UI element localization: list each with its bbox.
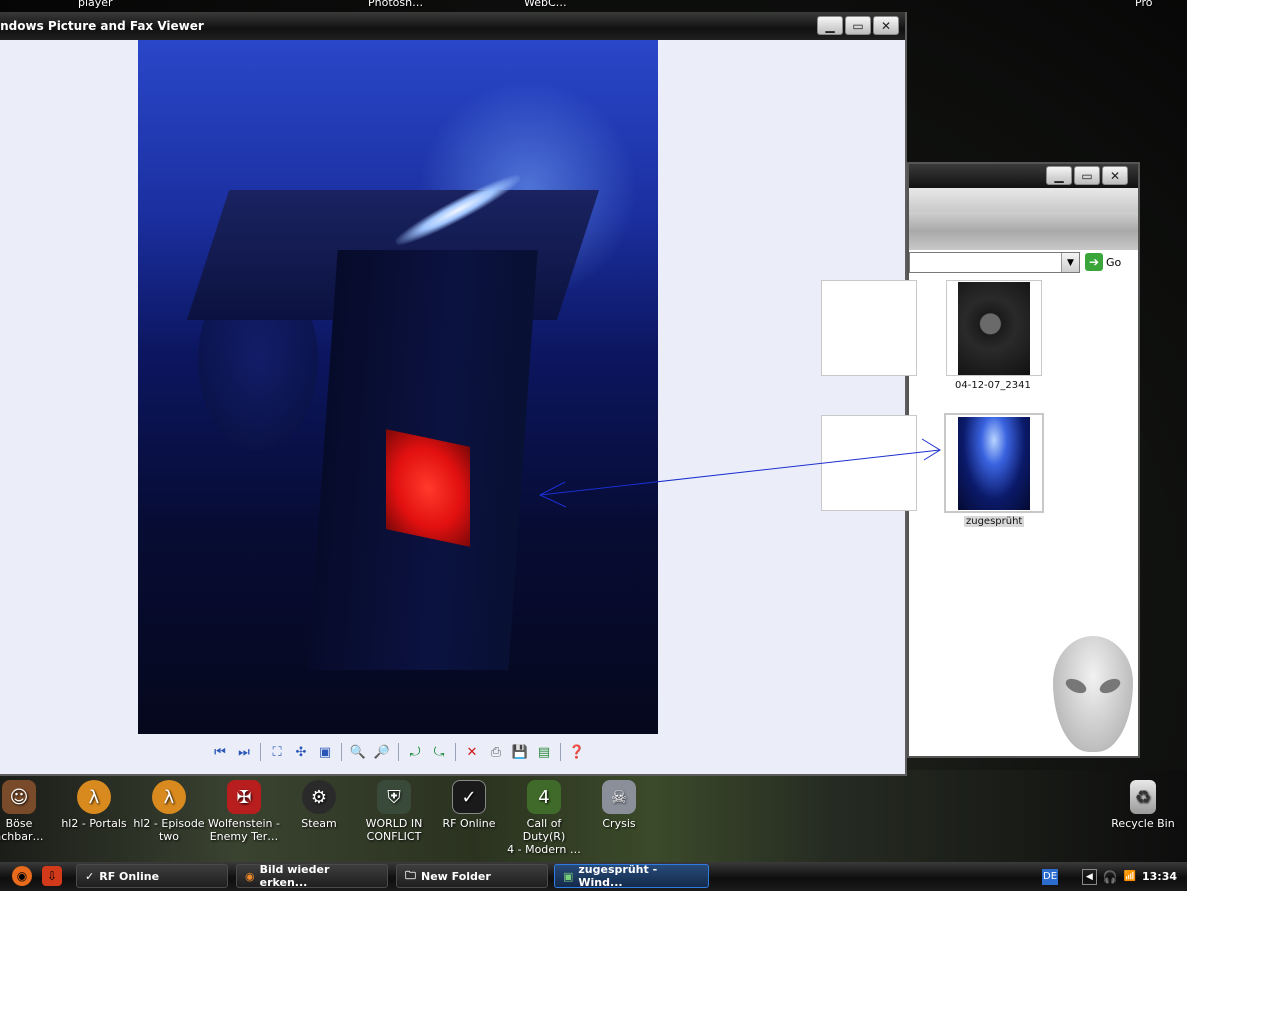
folder-icon: 🗀 xyxy=(405,868,416,882)
language-indicator[interactable]: DE xyxy=(1042,868,1059,885)
desktop-icon-label: hl2 - Portals xyxy=(61,817,127,830)
desktop: player Photosh… WebC… Pro indows Picture… xyxy=(0,0,1187,891)
desktop-icon-label: Böse achbar… xyxy=(0,817,44,843)
desktop-icon-steam[interactable]: ⚙ Steam xyxy=(282,780,356,830)
desktop-icon-bose-nachbar[interactable]: ☺ Böse achbar… xyxy=(0,780,56,843)
taskbar: ◉ ⇩ ✓ RF Online ◉ Bild wieder erken... 🗀… xyxy=(0,862,1187,891)
half-life-icon: λ xyxy=(152,780,186,814)
chevron-left-icon: ◀ xyxy=(1085,871,1093,882)
taskbar-button-new-folder[interactable]: 🗀 New Folder xyxy=(396,864,548,888)
crysis-icon: ☠ xyxy=(602,780,636,814)
tray-headset-icon[interactable]: 🎧 xyxy=(1103,870,1118,884)
download-quicklaunch-icon[interactable]: ⇩ xyxy=(42,866,62,886)
taskbar-button-label: Bild wieder erken... xyxy=(259,863,330,889)
wolfenstein-icon: ✠ xyxy=(227,780,261,814)
tray-expand-button[interactable]: ◀ xyxy=(1082,868,1097,885)
desktop-icon-label: Crysis xyxy=(602,817,636,830)
annotation-arrow xyxy=(538,438,941,508)
desktop-icon-world-in-conflict[interactable]: ⛨ WORLD IN CONFLICT xyxy=(357,780,431,843)
firefox-quicklaunch-icon[interactable]: ◉ xyxy=(12,866,32,886)
game-icon: ☺ xyxy=(2,780,36,814)
taskbar-button-firefox[interactable]: ◉ Bild wieder erken... xyxy=(236,863,388,889)
firefox-icon: ◉ xyxy=(245,869,255,883)
picture-viewer-icon: ▣ xyxy=(563,869,574,883)
taskbar-button-rf-online[interactable]: ✓ RF Online xyxy=(76,864,228,888)
taskbar-button-label: zugesprüht - Wind... xyxy=(578,863,658,889)
desktop-icon-hl2-episode-two[interactable]: λ hl2 - Episode two xyxy=(132,780,206,843)
desktop-icon-label: WORLD IN CONFLICT xyxy=(365,817,423,843)
taskbar-button-label: RF Online xyxy=(99,869,160,883)
taskbar-button-picture-viewer[interactable]: ▣ zugesprüht - Wind... xyxy=(554,863,709,889)
desktop-icon-rf-online[interactable]: ✓ RF Online xyxy=(432,780,506,830)
desktop-icon-label: RF Online xyxy=(442,817,496,830)
shield-icon: ⛨ xyxy=(377,780,411,814)
system-tray: DE ◀ 🎧 📶 13:34 xyxy=(1042,862,1187,891)
desktop-icon-label: hl2 - Episode two xyxy=(133,817,205,843)
tray-network-icon[interactable]: 📶 xyxy=(1124,871,1136,882)
desktop-icon-label: Wolfenstein - Enemy Ter… xyxy=(208,817,280,843)
desktop-icon-label: Recycle Bin xyxy=(1111,817,1175,830)
rf-online-icon: ✓ xyxy=(85,869,95,883)
steam-icon: ⚙ xyxy=(302,780,336,814)
desktop-icon-label: Steam xyxy=(301,817,337,830)
desktop-icon-hl2-portals[interactable]: λ hl2 - Portals xyxy=(57,780,131,830)
recycle-bin-icon: ♻ xyxy=(1130,780,1156,814)
desktop-icon-wolfenstein[interactable]: ✠ Wolfenstein - Enemy Ter… xyxy=(207,780,281,843)
desktop-icon-label: Call of Duty(R) 4 - Modern … xyxy=(507,817,581,856)
taskbar-button-label: New Folder xyxy=(421,869,491,883)
desktop-icon-crysis[interactable]: ☠ Crysis xyxy=(582,780,656,830)
call-of-duty-icon: 4 xyxy=(527,780,561,814)
rf-online-icon: ✓ xyxy=(452,780,486,814)
taskbar-clock[interactable]: 13:34 xyxy=(1142,870,1177,883)
desktop-icon-recycle-bin[interactable]: ♻ Recycle Bin xyxy=(1106,780,1180,830)
half-life-icon: λ xyxy=(77,780,111,814)
desktop-icon-call-of-duty-4[interactable]: 4 Call of Duty(R) 4 - Modern … xyxy=(507,780,581,856)
